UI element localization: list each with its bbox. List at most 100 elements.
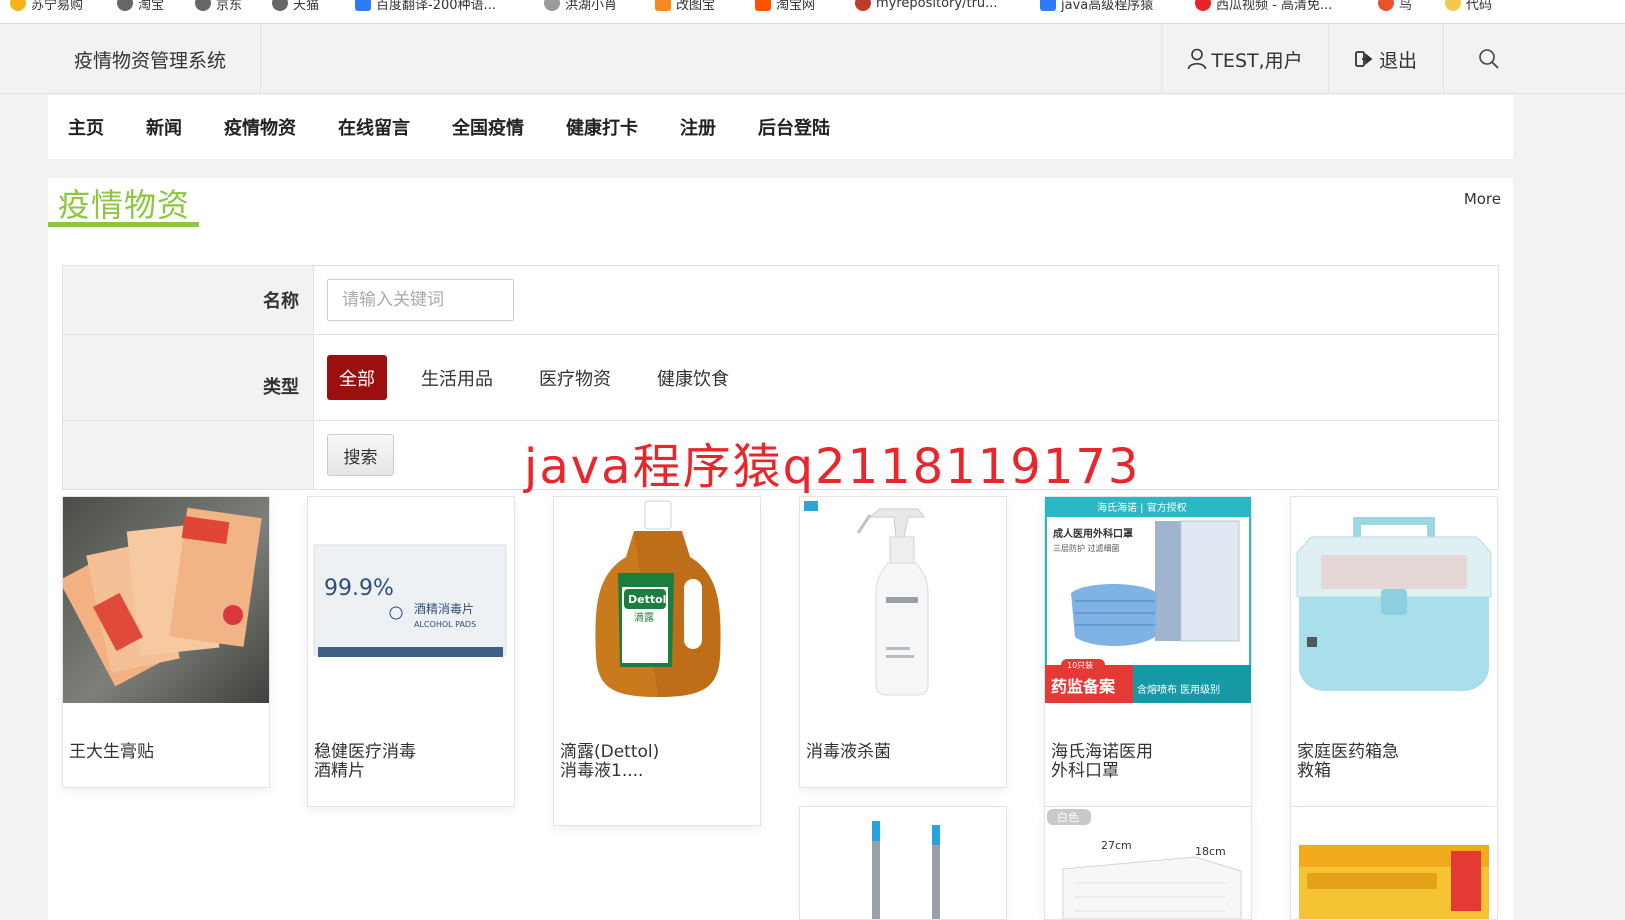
type-cell: 全部 生活用品 医疗物资 健康饮食 [314,335,1498,420]
name-label: 名称 [63,266,314,334]
product-card[interactable]: 白色 27cm 18cm [1044,806,1252,920]
product-card[interactable]: 99.9% 酒精消毒片 ALCOHOL PADS 稳健医疗消毒酒精片 [307,496,515,807]
product-card[interactable]: 消毒液杀菌 [799,496,1007,788]
nav-item-supplies[interactable]: 疫情物资 [224,114,296,140]
filter-row-type: 类型 全部 生活用品 医疗物资 健康饮食 [63,335,1498,421]
bookmark-favicon-icon [1040,0,1056,11]
storage-basket-image: 白色 27cm 18cm [1047,809,1242,919]
nav-item-epidemic[interactable]: 全国疫情 [452,114,524,140]
product-image [800,497,1006,703]
bookmark-favicon-icon [10,0,26,11]
bookmark-item[interactable]: java高级程序猿 [1040,0,1153,15]
product-card[interactable] [1290,806,1498,920]
filter-row-search: 搜索 java程序猿q2118119173 [63,421,1498,495]
type-option-daily[interactable]: 生活用品 [409,355,505,400]
header-search-button[interactable] [1443,24,1625,94]
site-header: 疫情物资管理系统 TEST,用户 退出 [0,24,1625,94]
keyword-input[interactable] [327,279,514,321]
section-title: 疫情物资 [58,186,191,224]
search-button[interactable]: 搜索 [327,434,394,476]
food-package-image [1299,845,1489,919]
alcohol-pads-subtitle: ALCOHOL PADS [414,620,476,629]
spray-bottle-image [804,501,929,696]
product-name: 滴露(Dettol)消毒液1.... [560,742,660,781]
main-nav: 主页 新闻 疫情物资 在线留言 全国疫情 健康打卡 注册 后台登陆 [48,95,1513,159]
product-image: 99.9% 酒精消毒片 ALCOHOL PADS [308,497,514,703]
taobao-icon [755,0,771,11]
mask-badge: 药监备案 [1051,677,1116,696]
product-card[interactable]: 海氏海诺 | 官方授权 成人医用外科口罩 三层防护 过滤细菌 药监备案 10只装… [1044,496,1252,807]
type-option-all[interactable]: 全部 [327,355,387,400]
dettol-brand: Dettol [628,593,666,606]
globe-icon [195,0,211,11]
mask-banner: 海氏海诺 | 官方授权 [1097,501,1187,514]
product-image: 白色 27cm 18cm [1045,807,1251,919]
supplies-panel: 疫情物资 More 名称 类型 全部 生活用品 医疗物资 健康饮食 搜索 jav… [48,178,1513,920]
bookmark-favicon-icon [1378,0,1394,11]
bookmark-item[interactable]: 鸟 [1378,0,1412,15]
nav-item-admin-login[interactable]: 后台登陆 [758,114,830,140]
user-icon [1188,48,1207,70]
logout-button[interactable]: 退出 [1328,24,1443,94]
nav-item-register[interactable]: 注册 [680,114,716,140]
name-cell [314,266,1498,334]
bookmark-favicon-icon [655,0,671,11]
bookmark-item[interactable]: 洪湖小肖 [544,0,617,15]
type-option-health-food[interactable]: 健康饮食 [645,355,741,400]
product-image: 海氏海诺 | 官方授权 成人医用外科口罩 三层防护 过滤细菌 药监备案 10只装… [1045,497,1251,703]
header-actions: TEST,用户 退出 [1161,24,1625,94]
watermark-text: java程序猿q2118119173 [524,439,1141,495]
product-card[interactable] [799,806,1007,920]
site-brand[interactable]: 疫情物资管理系统 [0,24,261,94]
globe-icon [117,0,133,11]
search-cell: 搜索 java程序猿q2118119173 [314,421,1498,495]
nav-item-messages[interactable]: 在线留言 [338,114,410,140]
user-menu[interactable]: TEST,用户 [1161,24,1328,94]
more-link[interactable]: More [1464,190,1501,208]
empty-label [63,421,314,489]
product-name: 稳健医疗消毒酒精片 [314,742,416,781]
dettol-bottle-image: Dettol 滴露 [595,500,721,697]
bookmark-favicon-icon [855,0,871,11]
dettol-cn: 滴露 [634,611,654,624]
translate-icon [355,0,371,11]
bookmark-item[interactable]: 京东 [195,0,242,15]
basket-width: 27cm [1101,839,1132,852]
product-image [800,807,1006,919]
bookmark-item[interactable]: 百度翻译-200种语... [355,0,496,15]
bookmark-item[interactable]: 改图宝 [655,0,715,15]
product-card[interactable]: 家庭医药箱急救箱 [1290,496,1498,807]
mop-image [872,821,940,919]
bookmark-item[interactable]: 天猫 [272,0,319,15]
nav-item-news[interactable]: 新闻 [146,114,182,140]
basket-depth: 18cm [1195,845,1226,858]
bookmark-item[interactable]: 西瓜视频 - 高清免... [1195,0,1332,15]
bookmark-item[interactable]: myrepository/tru... [855,0,998,15]
product-card[interactable]: Dettol 滴露 滴露(Dettol)消毒液1.... [553,496,761,826]
nav-item-home[interactable]: 主页 [68,114,104,140]
plaster-image [63,507,262,687]
nav-item-health-checkin[interactable]: 健康打卡 [566,114,638,140]
bookmark-item[interactable]: 淘宝网 [755,0,815,15]
alcohol-pads-image: 99.9% 酒精消毒片 ALCOHOL PADS [313,544,507,657]
logout-label: 退出 [1378,49,1417,72]
mask-line2: 三层防护 过滤细菌 [1053,543,1120,553]
bookmark-favicon-icon [1195,0,1211,11]
product-name: 消毒液杀菌 [806,742,891,762]
filter-table: 名称 类型 全部 生活用品 医疗物资 健康饮食 搜索 java程序猿q21181… [62,265,1499,495]
bookmark-favicon-icon [1445,0,1461,11]
section-title-underline [48,222,199,227]
sign-out-icon [1355,51,1373,67]
mask-tag: 含熔喷布 医用级别 [1137,683,1220,696]
type-option-medical[interactable]: 医疗物资 [527,355,623,400]
bookmark-item[interactable]: 淘宝 [117,0,164,15]
bookmark-item[interactable]: 苏宁易购 [10,0,83,15]
alcohol-pads-title: 酒精消毒片 [414,602,474,616]
search-icon [1479,49,1499,69]
alcohol-pads-percent: 99.9% [324,576,394,601]
mask-pack: 10只装 [1067,660,1093,670]
product-card[interactable]: 王大生膏贴 [62,496,270,788]
product-name: 王大生膏贴 [69,742,154,762]
product-name: 家庭医药箱急救箱 [1297,742,1399,781]
bookmark-item[interactable]: 代码 [1445,0,1492,15]
